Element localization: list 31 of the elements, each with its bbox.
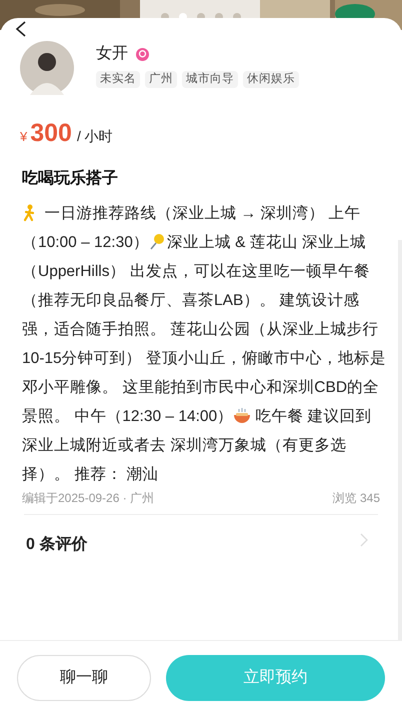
tag: 未实名 — [96, 71, 140, 88]
description-text: （UpperHills） 出发点，可以在这里吃一顿早午餐 — [22, 262, 370, 282]
description-text: 吃午餐 建议回到 — [254, 406, 372, 426]
description-text: （推荐无印良品餐厅、喜茶LAB）。 建筑设计感 — [22, 290, 360, 310]
description-text: 一日游推荐路线（深业上城 → 深圳湾） 上午 — [43, 204, 361, 224]
description-text: 邓小平雕像。 这里能拍到市民中心和深圳CBD的全 — [22, 378, 380, 398]
chevron-right-icon[interactable] — [360, 532, 368, 546]
price: 300 — [30, 118, 72, 149]
avatar — [20, 41, 74, 95]
description-text: 深业上城附近或者去 深圳湾万象城（有更多选 — [22, 436, 346, 456]
view-count: 浏览 345 — [332, 490, 380, 506]
user-name: 女开 — [96, 44, 128, 64]
currency-sign: ¥ — [20, 128, 28, 146]
noodle-bowl-icon — [233, 407, 252, 425]
description-text: 强，适合随手拍照。 莲花山公园（从深业上城步行 — [22, 320, 378, 340]
back-icon[interactable] — [14, 20, 28, 38]
badge-icon — [136, 48, 149, 60]
tag: 广州 — [145, 71, 177, 88]
tag: 休闲娱乐 — [243, 71, 299, 88]
description-text: （10:00 – 12:30） — [22, 232, 149, 252]
edit-info: 编辑于2025-09-26 · 广州 — [22, 490, 154, 506]
post-title: 吃喝玩乐搭子 — [21, 168, 119, 188]
description-text: 择）。 推荐： 潮汕 — [22, 464, 159, 484]
price-unit: / 小时 — [76, 127, 113, 146]
pushpin-icon — [148, 233, 167, 251]
tag: 城市向导 — [182, 71, 238, 88]
description-text: 深业上城 & 莲花山 深业上城 — [166, 232, 366, 252]
chat-button[interactable]: 聊一聊 — [17, 655, 151, 701]
description-text: 景照。 中午（12:30 – 14:00） — [22, 406, 234, 426]
description-text: 10-15分钟可到） 登顶小山丘，俯瞰市中心，地标是 — [22, 348, 386, 368]
review-count[interactable]: 0 条评价 — [26, 532, 88, 556]
